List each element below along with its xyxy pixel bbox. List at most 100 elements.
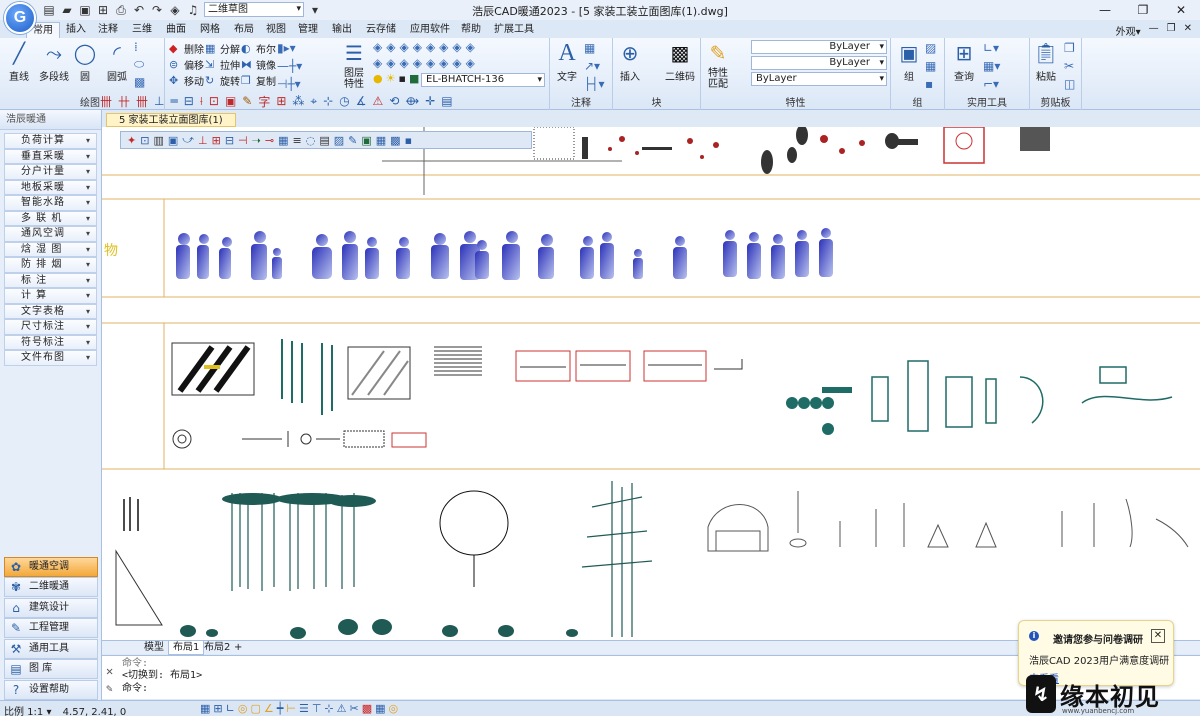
tab-layout[interactable]: 布局 <box>228 22 260 38</box>
appearance-menu[interactable]: 外观▾ <box>1116 23 1141 38</box>
menu-household-metering[interactable]: 分户计量 <box>4 164 97 180</box>
menu-dimension[interactable]: 尺寸标注 <box>4 319 97 335</box>
lock-icon[interactable]: ▪ <box>398 72 405 85</box>
warning-icon[interactable]: ⚠ <box>373 94 384 108</box>
edit-text-icon[interactable]: ✎ <box>242 94 252 108</box>
leader-icon[interactable]: ↗▾ <box>584 59 604 73</box>
restore-button[interactable]: ❐ <box>1124 0 1162 20</box>
otrack-icon[interactable]: ∠ <box>264 702 274 715</box>
workspace-icon[interactable]: ✂ <box>350 702 359 715</box>
distribute-icon[interactable]: ⟴ <box>405 94 419 108</box>
dimension-icon[interactable]: ├┤▾ <box>584 77 604 91</box>
menu-psychrometric[interactable]: 焓 湿 图 <box>4 241 97 257</box>
transparency-icon[interactable]: ⊤ <box>312 702 322 715</box>
float-tool-17-icon[interactable]: ✎ <box>348 134 357 147</box>
match-properties-button[interactable]: ✎ 特性 匹配 <box>703 40 733 90</box>
module-2d-hvac[interactable]: ✾ 二维暖通 <box>4 577 98 597</box>
menu-smoke-control[interactable]: 防 排 烟 <box>4 257 97 273</box>
circle-button[interactable]: ◯ 圆 <box>72 40 98 83</box>
tab-output[interactable]: 输出 <box>326 22 358 38</box>
tab-help[interactable]: 帮助 <box>455 22 487 38</box>
layer-icon-10[interactable]: ◈ <box>386 56 395 70</box>
float-tool-9-icon[interactable]: ⊣ <box>238 134 248 147</box>
layer-icon-14[interactable]: ◈ <box>439 56 448 70</box>
qrcode-button[interactable]: ▩ 二维码 <box>663 40 697 83</box>
float-tool-5-icon[interactable]: ⤻ <box>182 133 194 147</box>
trim-icon[interactable]: —┼▾ <box>277 59 302 73</box>
table-icon[interactable]: ▦ <box>584 41 604 55</box>
save-icon[interactable]: ▣ <box>78 3 92 17</box>
zoom-window-icon[interactable]: ⊡ <box>209 94 219 108</box>
dynucs-icon[interactable]: ┿ <box>277 702 284 715</box>
group-select-icon[interactable]: ▪ <box>925 77 936 91</box>
layer-properties-button[interactable]: ☰ 图层 特性 <box>337 40 371 90</box>
table-status-icon[interactable]: ▦ <box>375 702 385 715</box>
layer-icon-6[interactable]: ◈ <box>439 40 448 54</box>
tab-view[interactable]: 视图 <box>260 22 292 38</box>
group-edit-icon[interactable]: ▦ <box>925 59 936 73</box>
offset-button[interactable]: ⊜ 偏移 <box>169 57 204 72</box>
ellipse-icon[interactable]: ⬭ <box>134 57 145 72</box>
tab-cloud[interactable]: 云存储 <box>360 22 402 38</box>
current-layer-select[interactable]: EL-BHATCH-136 <box>421 73 545 87</box>
layer-icon-2[interactable]: ◈ <box>386 40 395 54</box>
minimize-button[interactable]: — <box>1086 0 1124 20</box>
rotate-button[interactable]: ↻ 旋转 <box>205 73 240 88</box>
measure-icon[interactable]: ∟▾ <box>983 41 1000 55</box>
query-button[interactable]: ⊞ 查询 <box>949 40 979 83</box>
float-tool-19-icon[interactable]: ▦ <box>376 134 386 147</box>
angle-icon[interactable]: ∡ <box>356 94 367 108</box>
menu-text-table[interactable]: 文字表格 <box>4 303 97 319</box>
grid-tool3-icon[interactable]: 卌 <box>136 93 148 110</box>
ortho-icon[interactable]: ∟ <box>226 702 235 715</box>
char-icon[interactable]: 字 <box>258 93 270 110</box>
paste-button[interactable]: 📋︎ 粘贴 <box>1032 40 1060 83</box>
module-settings-help[interactable]: ? 设置帮助 <box>4 679 98 700</box>
tab-insert[interactable]: 插入 <box>60 22 92 38</box>
explode-button[interactable]: ▦ 分解 <box>205 41 240 56</box>
mirror-button[interactable]: ⧓ 镜像 <box>241 57 276 72</box>
layer-icon-8[interactable]: ◈ <box>466 40 475 54</box>
menu-smart-water[interactable]: 智能水路 <box>4 195 97 211</box>
menu-file-layout[interactable]: 文件布图 <box>4 350 97 366</box>
annotation-scale-icon[interactable]: ⚠ <box>337 702 347 715</box>
lineweight-select[interactable]: ByLayer <box>751 72 887 86</box>
menu-calculation[interactable]: 计 算 <box>4 288 97 304</box>
valve-icon[interactable]: ⊟ <box>184 94 194 108</box>
delete-button[interactable]: ◆ 删除 <box>169 41 204 56</box>
command-input[interactable]: 命令: <box>122 682 148 695</box>
dyn-icon[interactable]: ⊢ <box>286 702 296 715</box>
headset-icon[interactable]: ♫ <box>186 3 200 17</box>
float-tool-18-icon[interactable]: ▣ <box>361 134 371 147</box>
float-tool-16-icon[interactable]: ▨ <box>334 134 344 147</box>
layers-icon[interactable]: ◈ <box>168 3 182 17</box>
snap-icon[interactable]: ⌖ <box>310 94 317 109</box>
save-as-icon[interactable]: ⊞ <box>96 3 110 17</box>
polar-icon[interactable]: ◎ <box>238 702 248 715</box>
tab-manage[interactable]: 管理 <box>292 22 324 38</box>
float-tool-14-icon[interactable]: ◌ <box>306 134 316 147</box>
layer-icon-16[interactable]: ◈ <box>466 56 475 70</box>
layer-icon-12[interactable]: ◈ <box>413 56 422 70</box>
float-tool-3-icon[interactable]: ▥ <box>153 134 163 147</box>
float-tool-21-icon[interactable]: ▪ <box>405 134 412 147</box>
clock-icon[interactable]: ◷ <box>339 94 349 108</box>
record-icon[interactable]: ▩ <box>362 702 372 715</box>
osnap-icon[interactable]: ▢ <box>250 702 260 715</box>
color-select[interactable]: ByLayer <box>751 40 887 54</box>
module-hvac[interactable]: ✿ 暖通空调 <box>4 556 98 577</box>
boolean-button[interactable]: ◐ 布尔 <box>241 41 276 56</box>
menu-floor-heating[interactable]: 地板采暖 <box>4 179 97 195</box>
group-button[interactable]: ▣ 组 <box>895 40 923 83</box>
copy-clip-icon[interactable]: ❐ <box>1064 41 1075 55</box>
scale-selector[interactable]: 比例 1:1 ▾ <box>4 707 51 716</box>
close-button[interactable]: ✕ <box>1162 0 1200 20</box>
float-tool-2-icon[interactable]: ⊡ <box>140 134 149 147</box>
insert-button[interactable]: ⊕ 插入 <box>615 40 645 83</box>
document-tab[interactable]: 5 家装工装立面图库(1) <box>106 113 236 127</box>
drawing-canvas[interactable]: 物 <box>102 127 1200 640</box>
move-button[interactable]: ✥ 移动 <box>169 73 204 88</box>
layer-icon-3[interactable]: ◈ <box>399 40 408 54</box>
paste-special-icon[interactable]: ▤ <box>441 94 452 108</box>
bulb-icon[interactable]: ● <box>373 72 383 85</box>
